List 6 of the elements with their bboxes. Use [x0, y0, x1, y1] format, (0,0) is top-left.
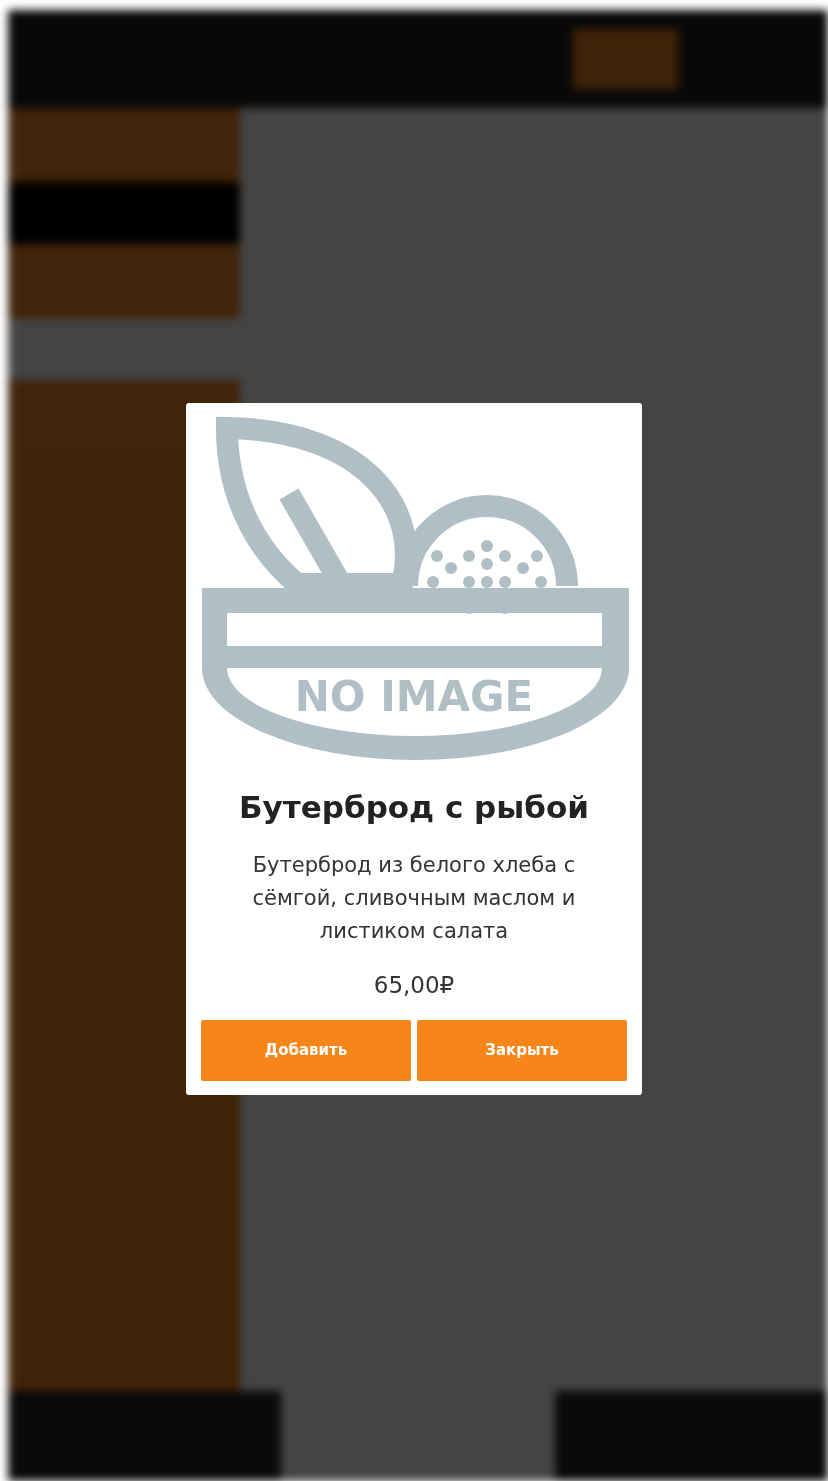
product-title: Бутерброд с рыбой	[238, 788, 589, 825]
product-description: Бутерброд из белого хлеба с сёмгой, сливочным маслом и листиком салата	[251, 851, 577, 945]
no-image-placeholder-drawing: NO IMAGE	[196, 415, 632, 761]
add-button[interactable]: Добавить	[201, 1019, 411, 1081]
product-price: 65,00₽	[373, 971, 455, 998]
close-button[interactable]: Закрыть	[417, 1019, 627, 1081]
